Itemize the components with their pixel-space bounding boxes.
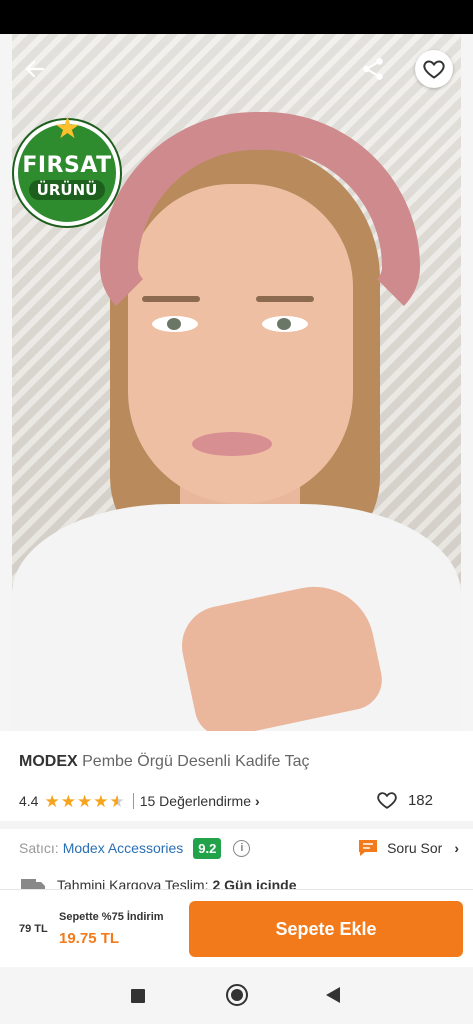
rating-row: 4.4 ★ ★ ★ ★ ★ 15 Değerlendirme › 182 xyxy=(19,789,459,813)
image-edge-right xyxy=(461,34,473,731)
share-icon xyxy=(363,58,383,80)
seller-row: Satıcı: Modex Accessories 9.2 i Soru Sor… xyxy=(19,835,459,861)
badge-line-2: ÜRÜNÜ xyxy=(28,179,106,200)
seller-label: Satıcı: xyxy=(19,840,59,856)
likes-count[interactable]: 182 xyxy=(376,789,433,811)
rating-divider xyxy=(132,793,134,809)
likes-value: 182 xyxy=(407,791,433,809)
star-icon: ★ xyxy=(60,791,76,811)
seller-score-badge: 9.2 xyxy=(193,837,222,859)
badge-line-1: FIRSAT xyxy=(22,152,112,178)
star-half-icon: ★ xyxy=(109,791,125,811)
add-to-cart-bar: 79 TL Sepette %75 İndirim 19.75 TL Sepet… xyxy=(0,889,473,967)
info-icon[interactable]: i xyxy=(233,839,251,857)
system-back-button[interactable] xyxy=(326,987,340,1003)
favorite-button[interactable] xyxy=(415,50,453,88)
heart-icon xyxy=(377,792,397,809)
rating-value: 4.4 xyxy=(19,793,39,809)
star-icon: ★ xyxy=(76,791,93,811)
brand-name[interactable]: MODEX xyxy=(19,753,78,770)
star-icon: ★ xyxy=(93,791,109,811)
reviews-link[interactable]: 15 Değerlendirme xyxy=(140,793,251,809)
product-name: Pembe Örgü Desenli Kadife Taç xyxy=(82,753,310,770)
model-lips xyxy=(192,432,272,456)
original-price: 79 TL xyxy=(19,923,48,935)
badge-star-icon: ★ xyxy=(54,112,81,145)
add-to-cart-button[interactable]: Sepete Ekle xyxy=(189,901,463,957)
discount-label: Sepette %75 İndirim xyxy=(59,911,164,923)
star-icon: ★ xyxy=(44,791,60,811)
image-edge-left xyxy=(0,34,12,731)
product-title: MODEX Pembe Örgü Desenli Kadife Taç xyxy=(19,753,310,771)
back-arrow-icon xyxy=(25,60,45,78)
ask-question-label: Soru Sor xyxy=(387,840,443,856)
recents-button[interactable] xyxy=(131,989,145,1003)
ask-question-button[interactable]: Soru Sor › xyxy=(357,838,459,858)
chat-icon xyxy=(359,840,378,856)
seller-link[interactable]: Modex Accessories xyxy=(63,840,184,856)
rating-stars: ★ ★ ★ ★ ★ xyxy=(44,793,124,810)
system-nav-bar xyxy=(0,967,473,1024)
share-button[interactable] xyxy=(356,52,390,86)
status-bar xyxy=(0,0,473,34)
deal-badge: ★ FIRSAT ÜRÜNÜ xyxy=(14,114,120,226)
home-button[interactable] xyxy=(226,984,248,1006)
section-divider xyxy=(0,821,473,829)
back-button[interactable] xyxy=(18,52,52,86)
discounted-price: 19.75 TL xyxy=(59,930,120,947)
chevron-right-icon: › xyxy=(255,793,260,809)
chevron-right-icon: › xyxy=(454,840,459,856)
heart-icon xyxy=(423,60,445,79)
